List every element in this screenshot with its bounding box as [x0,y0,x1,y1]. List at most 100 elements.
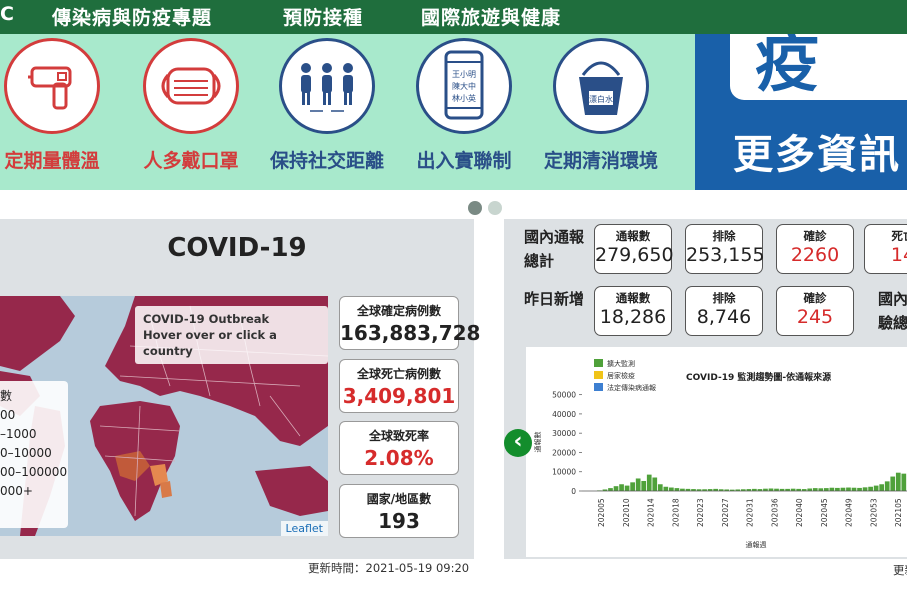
phone-line: 陳大中 [452,81,476,91]
y-tick-label: 30000 [552,429,576,438]
trend-bar [823,488,829,491]
trend-bar [641,480,647,491]
stat-value: 2.08% [364,446,434,470]
trend-bar [608,488,613,491]
trend-bar [840,487,846,491]
x-tick-label: 202049 [845,498,854,527]
nav-item-disease-topics[interactable]: 傳染病與防疫專題 [52,3,212,30]
map-tip-line: Hover over or click a country [143,328,277,358]
y-tick-label: 50000 [552,391,576,400]
panel-title: COVID-19 [167,233,307,263]
x-axis-label: 通報週 [746,540,767,549]
x-tick-label: 202053 [869,498,878,527]
phone-line: 林小英 [452,93,476,103]
legend-item: –1000 [0,427,37,441]
card-key: 通報數 [615,291,651,305]
promo-big-text: 疫 [755,34,819,101]
card-value: 245 [796,306,834,328]
card-total-excluded: 排除 253,155 [685,224,765,274]
leaflet-attribution[interactable]: Leaflet [280,521,328,536]
card-total-reported: 通報數 279,650 [594,224,674,274]
x-tick-label: 202045 [820,498,829,527]
chart-title: COVID-19 監測趨勢圖-依通報來源 [686,371,831,383]
stat-key: 全球確定病例數 [356,304,441,318]
x-tick-label: 202010 [622,498,631,527]
trend-bar [857,487,862,491]
stat-fatality-rate: 全球致死率 2.08% [339,421,459,475]
x-tick-label: 202018 [671,498,680,527]
stat-key: 全球死亡病例數 [356,367,441,381]
social-distance-icon [279,38,375,134]
chevron-left-icon[interactable]: ‹ [504,429,532,457]
stat-value: 3,409,801 [342,384,456,408]
trend-bar [895,472,901,491]
legend-label: 擴大監測 [607,359,635,368]
card-key: 通報數 [615,229,651,243]
global-update-time: 更新時間：2021-05-19 09:20 [308,561,470,575]
trend-bar [669,487,674,491]
x-tick-label: 202023 [696,498,705,527]
carousel-dot[interactable] [488,201,502,215]
trend-bar [901,473,907,491]
card-value: 279,650 [595,244,674,266]
stat-value: 163,883,728 [340,321,481,345]
trend-bar [613,486,619,491]
x-tick-label: 202027 [721,498,730,527]
trend-bar [868,486,873,491]
tip-label: 定期清消環境 [543,150,658,172]
card-key: 確診 [803,291,827,305]
legend-item: 00 [0,408,16,422]
stat-key: 國家/地區數 [366,492,432,506]
legend-label: 法定傳染病通報 [607,383,656,392]
nav-item-cdc[interactable]: C [0,3,15,25]
total-row-label: 國內通報總計 [524,228,585,270]
taiwan-stats-panel: 國內通報總計 通報數 279,650 排除 253,155 確診 2260 死亡… [504,219,907,559]
x-tick-label: 202040 [795,498,804,527]
legend-swatch [594,371,603,379]
trend-chart[interactable]: COVID-19 監測趨勢圖-依通報來源 擴大監測 居家檢疫 法定傳染病通報 0 1000… [526,347,907,557]
promo-more-text: 更多資訊 [733,132,901,178]
trend-bar [657,484,663,491]
trend-bar [652,477,658,491]
y-axis-label: 通報數 [533,432,542,453]
more-info-promo[interactable]: 疫 更多資訊 [695,34,907,190]
world-map[interactable]: COVID-19 Outbreak Hover over or click a … [0,296,328,536]
right-label-line: 國內 [878,290,907,308]
trend-bar [884,481,890,491]
trend-bar [818,488,824,491]
card-value: 18,286 [599,306,667,328]
y-tick-label: 10000 [552,468,576,477]
bucket-label: 漂白水 [589,94,613,104]
card-value: 8,746 [696,306,752,328]
x-tick-label: 202031 [746,498,755,527]
card-key: 排除 [712,291,736,305]
card-key: 確診 [803,229,827,243]
map-legend: 數 00 –1000 0–10000 00–100000 000+ [0,381,68,528]
card-total-deaths: 死亡 14 [864,224,907,274]
legend-swatch [594,359,603,367]
card-key: 排除 [712,229,736,243]
y-tick-label: 0 [571,487,576,496]
top-navigation-bar: C 傳染病與防疫專題 預防接種 國際旅遊與健康 [0,0,907,34]
yesterday-row-label: 昨日新增 [524,290,585,308]
thermometer-icon [4,38,100,134]
legend-item: 00–100000 [0,465,68,479]
carousel-dot-active[interactable] [468,201,482,215]
legend-title: 數 [0,389,13,403]
carousel-dots [468,200,508,219]
trend-bar [674,488,680,491]
nav-item-vaccination[interactable]: 預防接種 [283,3,363,30]
map-hover-tip: COVID-19 Outbreak Hover over or click a … [135,306,328,364]
trend-chart-svg: COVID-19 監測趨勢圖-依通報來源 擴大監測居家檢疫法定傳染病通報 0 1000… [533,359,907,549]
x-tick-label: 202036 [770,498,779,527]
y-tick-label: 20000 [552,448,576,457]
y-tick-label: 40000 [552,410,576,419]
trend-bar [829,487,835,491]
trend-bar [624,485,630,491]
card-new-excluded: 排除 8,746 [685,286,763,336]
trend-bar [835,487,840,491]
trend-bar [663,486,669,491]
x-tick-label: 202105 [894,498,903,527]
nav-item-travel-health[interactable]: 國際旅遊與健康 [421,3,561,30]
trend-bar [846,487,851,491]
